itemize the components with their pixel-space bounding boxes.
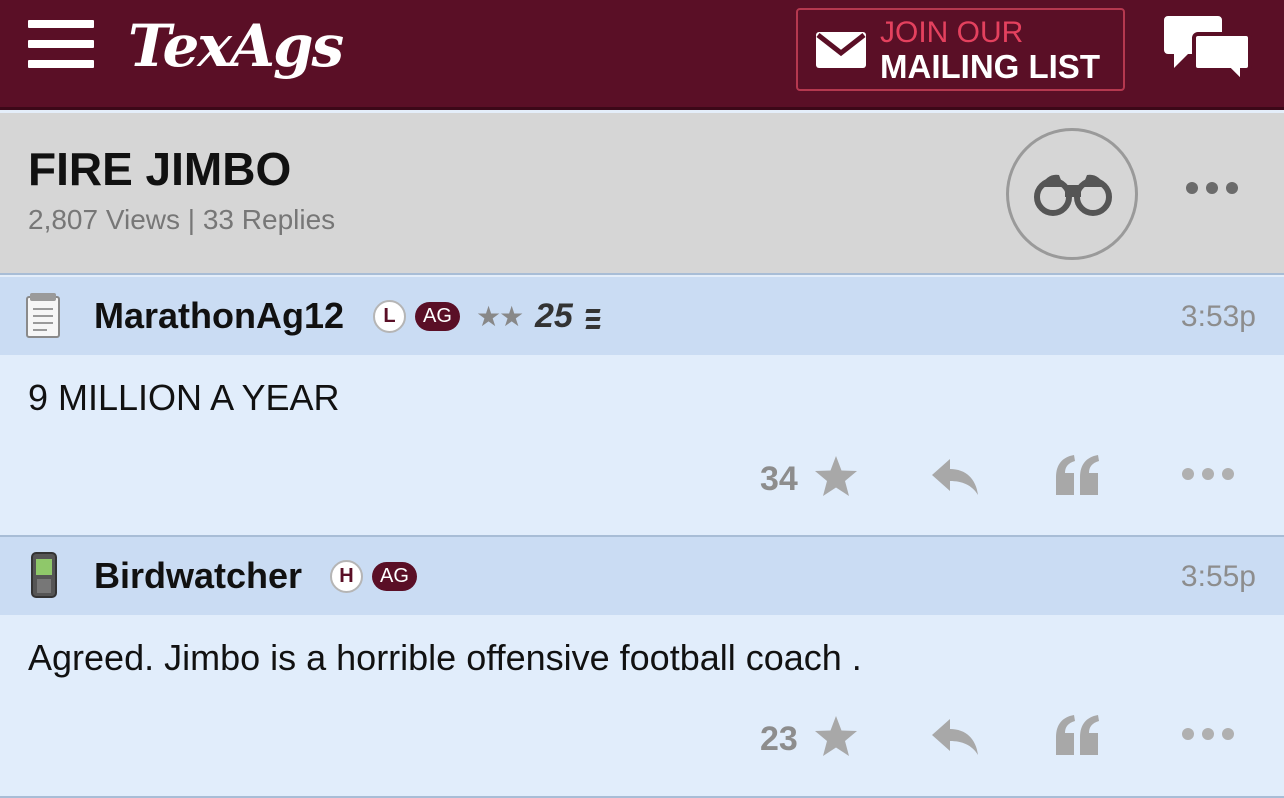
- notepad-icon: [26, 293, 60, 338]
- top-navigation-bar: TexAgs JOIN OUR MAILING LIST: [0, 0, 1284, 110]
- like-count: 34: [760, 460, 798, 498]
- star-icon[interactable]: [814, 455, 858, 497]
- user-tier: 25: [535, 297, 573, 335]
- user-stars: ★★: [476, 300, 524, 333]
- quote-icon[interactable]: [1056, 715, 1100, 755]
- post-item: Birdwatcher H AG 3:55p Agreed. Jimbo is …: [0, 537, 1284, 798]
- mailing-list-line1: JOIN OUR: [880, 16, 1024, 49]
- thread-more-options-icon[interactable]: [1184, 175, 1240, 201]
- mailing-list-line2: MAILING LIST: [880, 48, 1100, 85]
- post-text: 9 MILLION A YEAR: [28, 377, 340, 418]
- post-header: MarathonAg12 L AG ★★ 25 3:53p: [0, 277, 1284, 355]
- post-timestamp: 3:55p: [1180, 560, 1256, 593]
- post-text: Agreed. Jimbo is a horrible offensive fo…: [28, 637, 862, 678]
- thread-stats: 2,807 Views | 33 Replies: [28, 204, 336, 235]
- user-badge-letter: L: [373, 300, 406, 333]
- mobile-phone-icon: [31, 552, 57, 598]
- star-icon[interactable]: [814, 715, 858, 757]
- envelope-icon: [816, 32, 866, 68]
- post-author[interactable]: Birdwatcher: [94, 555, 302, 597]
- user-badge-ag: AG: [415, 302, 460, 331]
- watch-thread-button[interactable]: [1006, 128, 1138, 260]
- post-item: MarathonAg12 L AG ★★ 25 3:53p 9 MILLION …: [0, 277, 1284, 535]
- user-badge-letter: H: [330, 560, 363, 593]
- post-header: Birdwatcher H AG 3:55p: [0, 537, 1284, 615]
- post-author[interactable]: MarathonAg12: [94, 295, 344, 337]
- post-more-options-icon[interactable]: [1180, 461, 1236, 487]
- thread-title: FIRE JIMBO: [28, 143, 292, 195]
- like-count: 23: [760, 720, 798, 758]
- post-body: Agreed. Jimbo is a horrible offensive fo…: [0, 615, 1284, 798]
- binoculars-icon: [1034, 174, 1112, 216]
- reply-icon[interactable]: [932, 459, 980, 495]
- reply-icon[interactable]: [932, 719, 980, 755]
- post-more-options-icon[interactable]: [1180, 721, 1236, 747]
- thread-header: FIRE JIMBO 2,807 Views | 33 Replies: [0, 113, 1284, 275]
- post-timestamp: 3:53p: [1180, 300, 1256, 333]
- tier-lines-icon: [585, 309, 601, 329]
- mailing-list-button[interactable]: JOIN OUR MAILING LIST: [796, 8, 1125, 91]
- chat-bubbles-icon[interactable]: [1164, 12, 1254, 80]
- post-body: 9 MILLION A YEAR 34: [0, 355, 1284, 535]
- hamburger-menu-icon[interactable]: [28, 20, 94, 68]
- quote-icon[interactable]: [1056, 455, 1100, 495]
- site-logo[interactable]: TexAgs: [128, 10, 344, 82]
- user-badge-ag: AG: [372, 562, 417, 591]
